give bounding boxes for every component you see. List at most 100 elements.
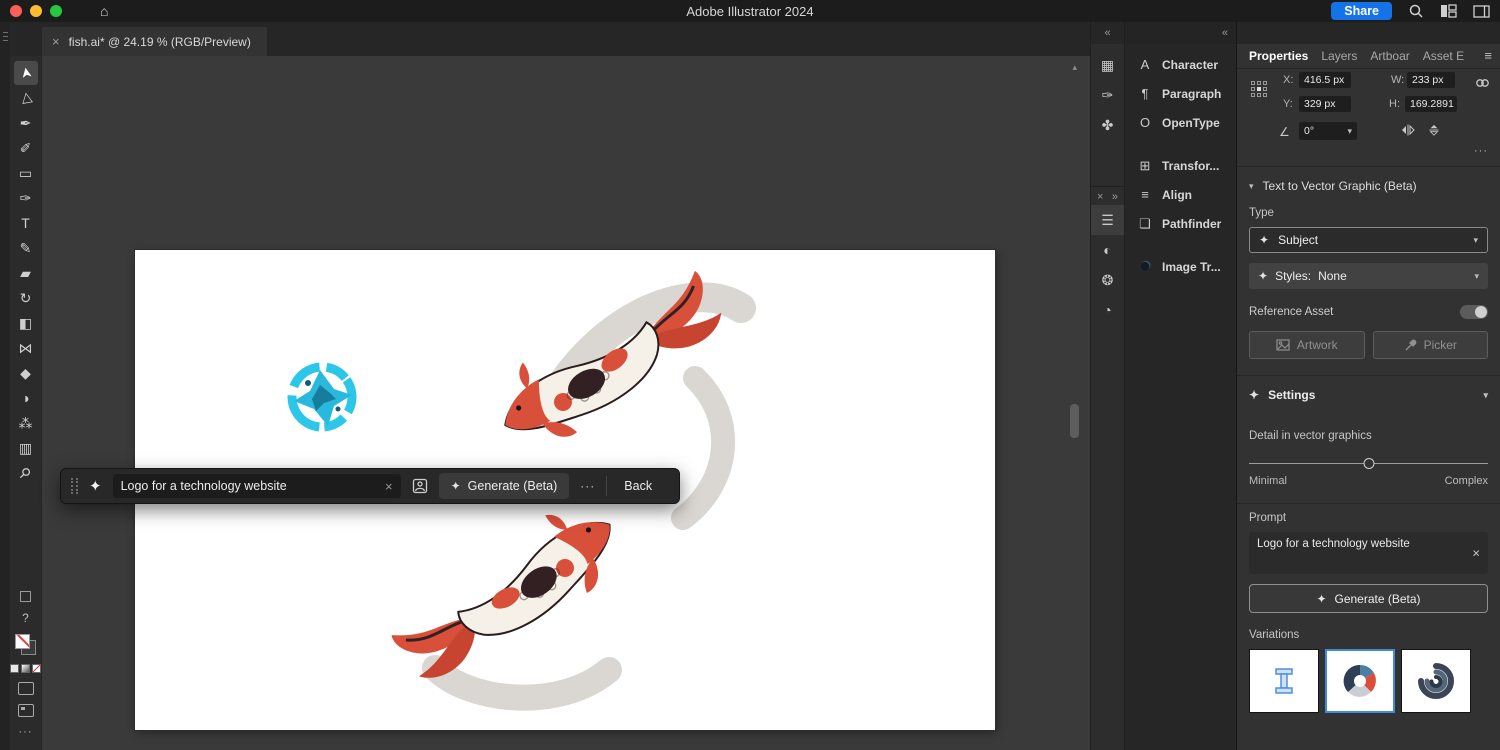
panel-transform[interactable]: ⊞ Transfor... bbox=[1125, 151, 1236, 180]
fill-stroke-swatches[interactable] bbox=[15, 634, 36, 655]
y-field[interactable]: 329 px bbox=[1299, 96, 1351, 112]
comments-icon[interactable]: ◔ bbox=[1091, 295, 1124, 325]
constrain-proportions-icon[interactable] bbox=[1475, 77, 1490, 92]
panel-paragraph[interactable]: ¶ Paragraph bbox=[1125, 79, 1236, 108]
prompt-textarea[interactable]: Logo for a technology website × bbox=[1249, 532, 1488, 574]
tool-width[interactable]: ⋈ bbox=[14, 336, 38, 360]
styles-label: Styles: bbox=[1275, 269, 1311, 283]
search-icon[interactable] bbox=[1408, 3, 1424, 19]
generate-button-panel[interactable]: ✦ Generate (Beta) bbox=[1249, 584, 1488, 613]
drawing-mode-icon[interactable] bbox=[20, 591, 31, 602]
vertical-scrollbar-thumb[interactable] bbox=[1070, 404, 1079, 438]
flip-vertical-icon[interactable] bbox=[1428, 124, 1440, 139]
panel-opentype[interactable]: O OpenType bbox=[1125, 108, 1236, 137]
home-icon[interactable]: ⌂ bbox=[100, 4, 108, 18]
flip-horizontal-icon[interactable] bbox=[1401, 124, 1415, 139]
variation-thumb-3[interactable] bbox=[1401, 649, 1471, 713]
edit-toolbar-button[interactable]: ··· bbox=[19, 726, 33, 738]
taskbar-more-button[interactable]: ··· bbox=[580, 479, 595, 493]
screen-mode-icon[interactable] bbox=[18, 704, 34, 717]
tool-eraser[interactable]: ▰ bbox=[14, 261, 38, 285]
generate-button[interactable]: ✦ Generate (Beta) bbox=[439, 473, 570, 499]
tool-pencil[interactable]: ✎ bbox=[14, 236, 38, 260]
fill-swatch[interactable] bbox=[15, 634, 30, 649]
picker-button[interactable]: Picker bbox=[1373, 331, 1489, 359]
tab-artboards[interactable]: Artboar bbox=[1370, 49, 1409, 63]
toolbar-bottom-cluster: ? ··· bbox=[10, 591, 41, 750]
menu-panel-icon[interactable]: ☰ bbox=[1091, 205, 1124, 235]
history-icon[interactable]: ❂ bbox=[1091, 265, 1124, 295]
tool-zoom[interactable]: ⚲ bbox=[14, 461, 38, 485]
tool-symbol-sprayer[interactable]: ⁂ bbox=[14, 411, 38, 435]
tab-layers[interactable]: Layers bbox=[1321, 49, 1357, 63]
contextual-taskbar[interactable]: ✦ Logo for a technology website × ✦ Gene… bbox=[60, 468, 680, 504]
clear-prompt-icon[interactable]: × bbox=[1472, 546, 1480, 561]
libraries-icon[interactable]: ◐ bbox=[1091, 235, 1124, 265]
tool-eyedropper[interactable]: ◆ bbox=[14, 361, 38, 385]
panel-align[interactable]: ≡ Align bbox=[1125, 180, 1236, 209]
tool-pen[interactable]: ✒ bbox=[14, 111, 38, 135]
x-field[interactable]: 416.5 px bbox=[1299, 72, 1351, 88]
minimize-window-button[interactable] bbox=[30, 5, 42, 17]
panel-image-trace[interactable]: ● Image Tr... bbox=[1125, 252, 1236, 281]
t2v-section-header[interactable]: ▾ Text to Vector Graphic (Beta) bbox=[1249, 179, 1488, 193]
collapse-panels-icon-2[interactable]: « bbox=[1125, 22, 1236, 44]
tool-selection[interactable]: ➤ bbox=[14, 61, 38, 85]
tool-type[interactable]: T bbox=[14, 211, 38, 235]
draw-normal-mode-icon[interactable] bbox=[18, 682, 34, 695]
variation-thumb-2[interactable] bbox=[1325, 649, 1395, 713]
tool-rotate[interactable]: ↻ bbox=[14, 286, 38, 310]
h-field[interactable]: 169.2891 bbox=[1405, 96, 1457, 112]
panel-character[interactable]: A Character bbox=[1125, 50, 1236, 79]
settings-section-header[interactable]: ✦ Settings ▾ bbox=[1249, 388, 1488, 402]
tool-rectangle[interactable]: ▭ bbox=[14, 161, 38, 185]
maximize-window-button[interactable] bbox=[50, 5, 62, 17]
taskbar-drag-handle[interactable] bbox=[71, 478, 78, 494]
share-button[interactable]: Share bbox=[1331, 2, 1392, 20]
close-tab-icon[interactable]: × bbox=[52, 34, 60, 49]
close-panel-icon[interactable]: × bbox=[1097, 191, 1103, 203]
reference-image-button[interactable] bbox=[412, 478, 428, 494]
generated-logo-artwork[interactable] bbox=[280, 355, 364, 439]
scroll-up-arrow[interactable]: ▴ bbox=[1072, 62, 1077, 73]
back-button[interactable]: Back bbox=[618, 479, 658, 493]
tool-gradient[interactable]: ◧ bbox=[14, 311, 38, 335]
color-mode-trio[interactable] bbox=[10, 664, 41, 673]
tool-curvature-icon: ✐ bbox=[20, 141, 32, 155]
transform-more-options[interactable]: ··· bbox=[1474, 145, 1488, 157]
panel-character-label: Character bbox=[1162, 58, 1218, 72]
symbols-icon[interactable]: ✤ bbox=[1091, 110, 1124, 140]
chevron-down-icon: ▾ bbox=[1474, 271, 1479, 282]
canvas[interactable]: ✦ Logo for a technology website × ✦ Gene… bbox=[42, 56, 1090, 750]
reference-asset-toggle[interactable] bbox=[1460, 305, 1488, 319]
collapse-panels-icon[interactable]: « bbox=[1091, 22, 1124, 44]
tool-paintbrush[interactable]: ✑ bbox=[14, 186, 38, 210]
panel-pathfinder[interactable]: ❏ Pathfinder bbox=[1125, 209, 1236, 238]
panels-layout-icon[interactable] bbox=[1473, 5, 1490, 18]
tool-blend[interactable]: ◑ bbox=[14, 386, 38, 410]
subject-select[interactable]: ✦ Subject ▾ bbox=[1249, 227, 1488, 253]
tool-curvature[interactable]: ✐ bbox=[14, 136, 38, 160]
tab-properties[interactable]: Properties bbox=[1249, 49, 1308, 63]
brushes-icon[interactable]: ✑ bbox=[1091, 80, 1124, 110]
swatches-icon[interactable]: ▦ bbox=[1091, 50, 1124, 80]
expand-panel-icon[interactable]: » bbox=[1112, 191, 1118, 203]
detail-slider[interactable] bbox=[1249, 458, 1488, 470]
w-field[interactable]: 233 px bbox=[1407, 72, 1455, 88]
reference-point-selector[interactable] bbox=[1251, 81, 1267, 97]
close-window-button[interactable] bbox=[10, 5, 22, 17]
clear-prompt-icon[interactable]: × bbox=[385, 479, 393, 494]
tool-direct-selection[interactable]: ▷ bbox=[14, 86, 38, 110]
slider-thumb[interactable] bbox=[1363, 458, 1374, 469]
tab-asset-export[interactable]: Asset E bbox=[1423, 49, 1464, 63]
document-tab[interactable]: × fish.ai* @ 24.19 % (RGB/Preview) bbox=[42, 27, 267, 56]
variation-thumb-1[interactable] bbox=[1249, 649, 1319, 713]
panel-menu-icon[interactable]: ≡ bbox=[1484, 48, 1492, 63]
styles-select[interactable]: ✦ Styles: None ▾ bbox=[1249, 263, 1488, 289]
workspace-switcher-icon[interactable] bbox=[1440, 4, 1457, 18]
rotation-select[interactable]: 0° ▾ bbox=[1299, 122, 1357, 140]
tool-graph[interactable]: ▥ bbox=[14, 436, 38, 460]
artwork-button[interactable]: Artwork bbox=[1249, 331, 1365, 359]
help-icon[interactable]: ? bbox=[22, 611, 29, 625]
prompt-input[interactable]: Logo for a technology website × bbox=[113, 474, 401, 498]
